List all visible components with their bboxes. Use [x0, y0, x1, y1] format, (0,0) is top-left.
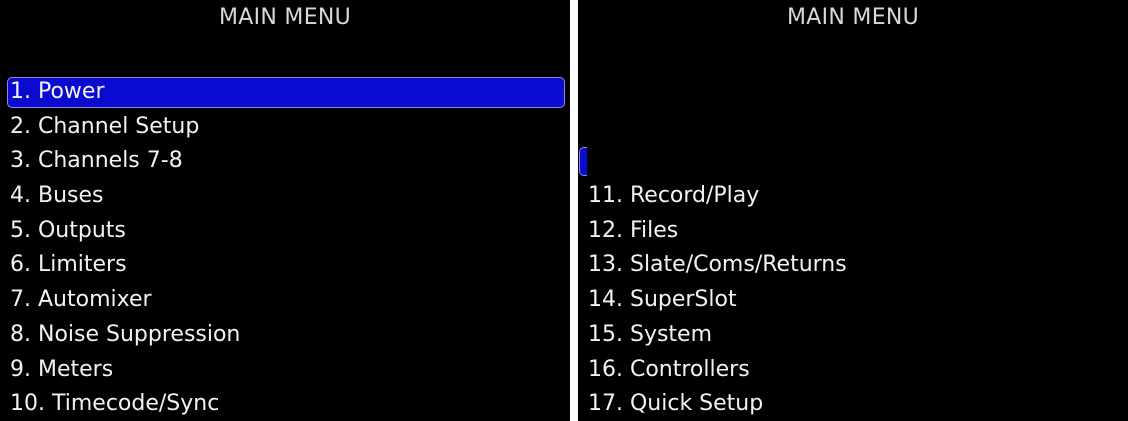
- menu-empty-row: [578, 112, 1128, 147]
- menu-item-label: 9. Meters: [10, 356, 114, 382]
- menu-item-label: 10. Timecode/Sync: [10, 391, 220, 417]
- menu-item-outputs[interactable]: 5. Outputs: [0, 216, 570, 251]
- menu-item-label: 12. Files: [588, 217, 679, 243]
- menu-item-channels-7-8[interactable]: 3. Channels 7-8: [0, 146, 570, 181]
- menu-item-label: 4. Buses: [10, 183, 104, 209]
- menu-item-label: 2. Channel Setup: [10, 113, 200, 139]
- menu-item-label: 15. System: [588, 321, 713, 347]
- menu-item-files[interactable]: 12. Files: [578, 216, 1128, 251]
- menu-item-power[interactable]: 1. Power: [0, 77, 570, 112]
- menu-list: 1. Power 2. Channel Setup 3. Channels 7-…: [0, 77, 570, 421]
- menu-item-label: 11. Record/Play: [588, 183, 760, 209]
- menu-item-noise-suppression[interactable]: 8. Noise Suppression: [0, 320, 570, 355]
- menu-item-timecode-sync[interactable]: 10. Timecode/Sync: [0, 389, 570, 421]
- menu-item-label: 17. Quick Setup: [588, 391, 764, 417]
- menu-item-label: 8. Noise Suppression: [10, 321, 241, 347]
- menu-item-label: 1. Power: [10, 79, 105, 104]
- menu-item-label: 16. Controllers: [588, 356, 750, 382]
- menu-empty-row: [578, 146, 1128, 181]
- menu-item-label: 6. Limiters: [10, 252, 127, 278]
- menu-item-label: 14. SuperSlot: [588, 287, 737, 313]
- main-menu-screen-right: MAIN MENU 11. Record/Play 12. Files 13. …: [578, 0, 1128, 421]
- menu-item-controllers[interactable]: 16. Controllers: [578, 355, 1128, 390]
- menu-item-quick-setup[interactable]: 17. Quick Setup: [578, 389, 1128, 421]
- menu-item-label: 7. Automixer: [10, 287, 152, 313]
- menu-item-label: 5. Outputs: [10, 217, 126, 243]
- menu-item-buses[interactable]: 4. Buses: [0, 181, 570, 216]
- menu-item-meters[interactable]: 9. Meters: [0, 355, 570, 390]
- menu-item-label: 13. Slate/Coms/Returns: [588, 252, 847, 278]
- menu-item-superslot[interactable]: 14. SuperSlot: [578, 285, 1128, 320]
- menu-title: MAIN MENU: [786, 5, 920, 30]
- menu-item-automixer[interactable]: 7. Automixer: [0, 285, 570, 320]
- menu-empty-row: [578, 77, 1128, 112]
- menu-item-record-play[interactable]: 11. Record/Play: [578, 181, 1128, 216]
- menu-title: MAIN MENU: [218, 5, 352, 30]
- menu-item-system[interactable]: 15. System: [578, 320, 1128, 355]
- menu-item-limiters[interactable]: 6. Limiters: [0, 250, 570, 285]
- main-menu-screen-left: MAIN MENU 1. Power 2. Channel Setup 3. C…: [0, 0, 570, 421]
- menu-item-channel-setup[interactable]: 2. Channel Setup: [0, 112, 570, 147]
- menu-item-slate-coms-returns[interactable]: 13. Slate/Coms/Returns: [578, 250, 1128, 285]
- menu-item-label: 3. Channels 7-8: [10, 148, 183, 174]
- menu-list: 11. Record/Play 12. Files 13. Slate/Coms…: [578, 77, 1128, 421]
